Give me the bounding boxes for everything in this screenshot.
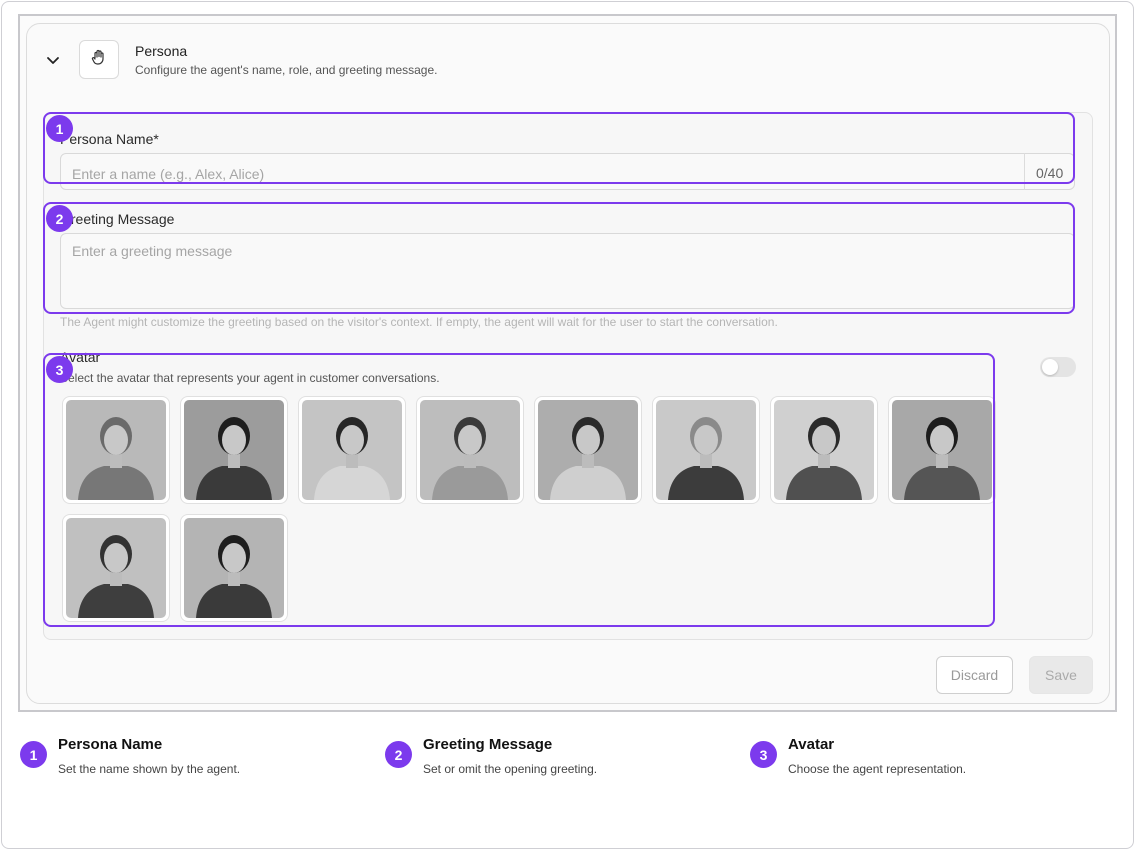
persona-title: Persona xyxy=(135,43,188,59)
legend-desc-3: Choose the agent representation. xyxy=(788,762,967,776)
callout-badge-2: 2 xyxy=(46,205,73,232)
highlight-avatar xyxy=(43,353,995,627)
legend-title-1: Persona Name xyxy=(58,736,163,753)
legend-badge-2: 2 xyxy=(385,741,412,768)
legend-desc-2: Set or omit the opening greeting. xyxy=(423,762,598,776)
legend-badge-1: 1 xyxy=(20,741,47,768)
save-button[interactable]: Save xyxy=(1029,656,1093,694)
highlight-greeting-message xyxy=(43,202,1075,314)
highlight-persona-name xyxy=(43,112,1075,184)
legend-title-2: Greeting Message xyxy=(423,736,553,753)
callout-badge-1: 1 xyxy=(46,115,73,142)
persona-icon-box xyxy=(79,40,119,79)
toggle-knob xyxy=(1042,359,1058,375)
legend-title-3: Avatar xyxy=(788,736,835,753)
discard-button[interactable]: Discard xyxy=(936,656,1013,694)
greeting-hint: The Agent might customize the greeting b… xyxy=(60,315,778,329)
legend-desc-1: Set the name shown by the agent. xyxy=(58,762,241,776)
avatar-toggle[interactable] xyxy=(1040,357,1076,377)
callout-badge-3: 3 xyxy=(46,356,73,383)
legend-badge-3: 3 xyxy=(750,741,777,768)
chevron-down-icon[interactable] xyxy=(45,52,61,68)
persona-subtitle: Configure the agent's name, role, and gr… xyxy=(135,63,438,77)
hand-wave-icon xyxy=(90,48,108,71)
